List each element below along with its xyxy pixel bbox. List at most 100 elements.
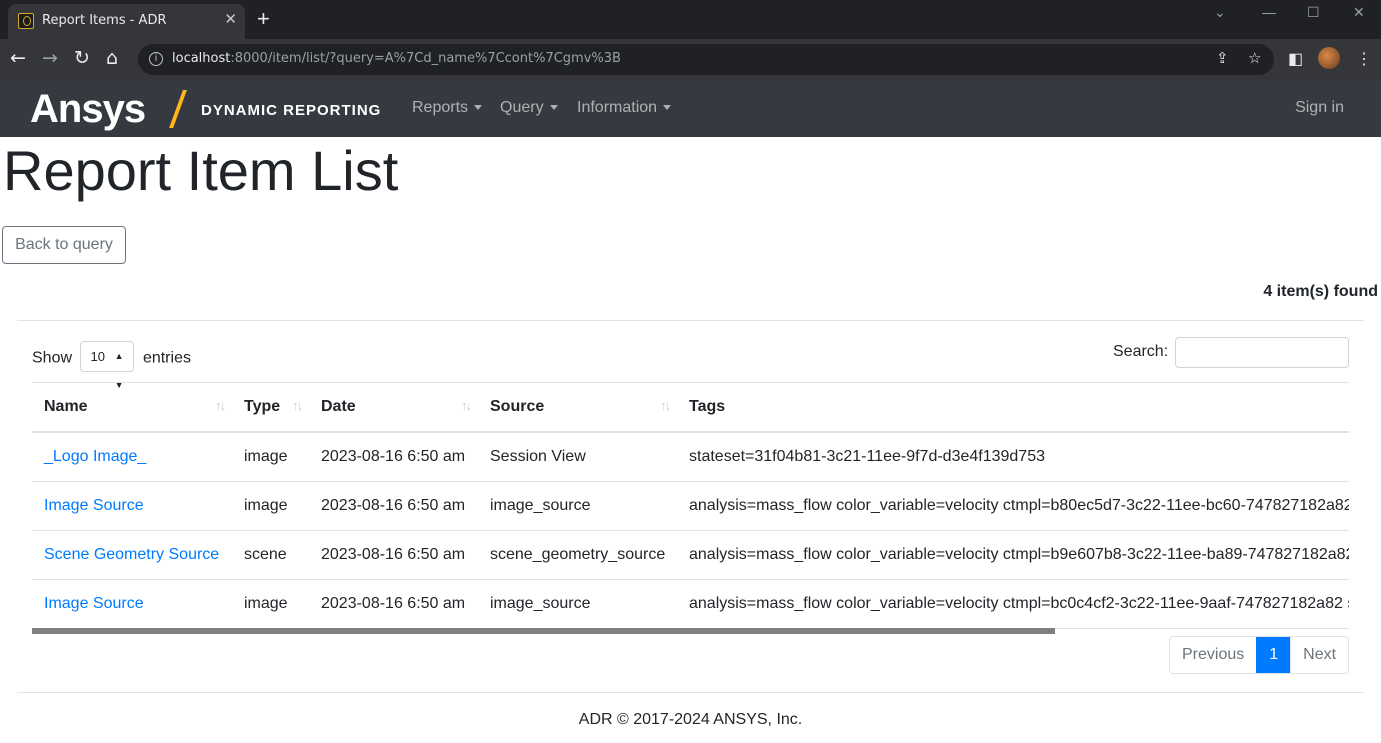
cell-date: 2023-08-16 6:50 am (309, 432, 478, 482)
address-bar[interactable]: i localhost:8000/item/list/?query=A%7Cd_… (138, 44, 1274, 75)
cell-date: 2023-08-16 6:50 am (309, 481, 478, 531)
sort-icon: ↑↓ (215, 398, 226, 413)
page-size-select[interactable]: 10 ▲ ▼ (80, 341, 135, 390)
browser-tab-bar: Report Items - ADR ✕ + ⌄ — ☐ ✕ (0, 0, 1381, 39)
nav-reports-label: Reports (412, 99, 469, 116)
url-host: localhost (172, 51, 231, 66)
brand-subtitle: DYNAMIC REPORTING (201, 102, 382, 119)
search-input[interactable] (1175, 337, 1349, 368)
table-row: Scene Geometry Source scene 2023-08-16 6… (32, 530, 1349, 580)
caret-down-icon (549, 105, 558, 111)
cell-source: image_source (478, 481, 677, 531)
tab-search-icon[interactable]: ⌄ (1214, 4, 1226, 21)
header-label: Tags (689, 398, 726, 415)
cell-name[interactable]: Image Source (32, 481, 232, 531)
cell-type: image (232, 432, 309, 482)
cell-date: 2023-08-16 6:50 am (309, 579, 478, 629)
header-label: Source (490, 398, 545, 415)
cell-tags: analysis=mass_flow color_variable=veloci… (677, 579, 1349, 629)
cell-type: scene (232, 530, 309, 580)
items-found-count: 4 item(s) found (1263, 283, 1378, 300)
profile-avatar[interactable] (1318, 47, 1340, 69)
close-icon[interactable]: ✕ (224, 10, 237, 28)
column-header-date[interactable]: Date ↑↓ (309, 383, 478, 433)
url-path: :8000/item/list/?query=A%7Cd_name%7Ccont… (230, 51, 621, 66)
table-row: Image Source image 2023-08-16 6:50 am im… (32, 579, 1349, 629)
show-label: Show (32, 349, 73, 367)
caret-down-icon (474, 105, 483, 111)
sort-icon: ↑↓ (292, 398, 303, 413)
info-icon[interactable]: i (149, 52, 163, 66)
item-link[interactable]: Image Source (44, 595, 144, 612)
cell-source: Session View (478, 432, 677, 482)
header-label: Type (244, 398, 281, 415)
cell-name[interactable]: Image Source (32, 579, 232, 629)
cell-source: image_source (478, 579, 677, 629)
share-icon[interactable]: ⇪ (1216, 49, 1229, 67)
back-to-query-button[interactable]: Back to query (2, 226, 126, 264)
caret-down-icon (663, 105, 672, 111)
browser-tab[interactable]: Report Items - ADR ✕ (8, 4, 245, 39)
browser-toolbar: ← → ↻ ⌂ i localhost:8000/item/list/?quer… (0, 39, 1381, 80)
entries-label: entries (142, 349, 191, 367)
cell-name[interactable]: Scene Geometry Source (32, 530, 232, 580)
table-row: _Logo Image_ image 2023-08-16 6:50 am Se… (32, 432, 1349, 482)
column-header-tags[interactable]: Tags (677, 383, 1349, 433)
footer-copyright: ADR © 2017-2024 ANSYS, Inc. (578, 711, 803, 728)
item-link[interactable]: _Logo Image_ (44, 448, 146, 465)
sidebar-icon[interactable]: ◧ (1288, 49, 1303, 69)
sign-in-link[interactable]: Sign in (1295, 99, 1344, 117)
cell-date: 2023-08-16 6:50 am (309, 530, 478, 580)
page-size-control: Show 10 ▲ ▼ entries (32, 341, 191, 390)
nav-information-label: Information (577, 99, 658, 116)
brand-slash (169, 90, 187, 128)
cell-tags: analysis=mass_flow color_variable=veloci… (677, 481, 1349, 531)
cell-type: image (232, 481, 309, 531)
column-header-source[interactable]: Source ↑↓ (478, 383, 677, 433)
bookmark-star-icon[interactable]: ☆ (1248, 49, 1261, 67)
site-navbar: Ansys DYNAMIC REPORTING Reports Query In… (0, 80, 1381, 137)
menu-kebab-icon[interactable]: ⋮ (1356, 49, 1372, 69)
page-1-button[interactable]: 1 (1256, 637, 1291, 673)
table-row: Image Source image 2023-08-16 6:50 am im… (32, 481, 1349, 531)
reload-icon[interactable]: ↻ (74, 47, 90, 69)
table-header-row: Name ↑↓ Type ↑↓ Date ↑↓ Source ↑↓ Tags (32, 383, 1349, 433)
item-link[interactable]: Scene Geometry Source (44, 546, 219, 563)
page-title: Report Item List (3, 139, 399, 202)
ansys-logo[interactable]: Ansys (30, 87, 146, 132)
cell-tags: stateset=31f04b81-3c21-11ee-9f7d-d3e4f13… (677, 432, 1349, 482)
horizontal-scrollbar[interactable] (32, 628, 1055, 634)
cell-tags: analysis=mass_flow color_variable=veloci… (677, 530, 1349, 580)
minimize-icon[interactable]: — (1262, 4, 1276, 20)
nav-query[interactable]: Query (500, 99, 558, 117)
column-header-name[interactable]: Name ↑↓ (32, 383, 232, 433)
tab-title: Report Items - ADR (42, 13, 167, 28)
header-label: Date (321, 398, 356, 415)
header-label: Name (44, 398, 88, 415)
forward-arrow-icon[interactable]: → (42, 47, 58, 69)
nav-reports[interactable]: Reports (412, 99, 483, 117)
window-close-icon[interactable]: ✕ (1353, 4, 1365, 21)
cell-type: image (232, 579, 309, 629)
back-arrow-icon[interactable]: ← (10, 47, 26, 69)
next-page-button[interactable]: Next (1290, 637, 1348, 673)
page-size-value: 10 (90, 349, 105, 364)
pagination: Previous 1 Next (1169, 636, 1350, 674)
item-link[interactable]: Image Source (44, 497, 144, 514)
previous-page-button[interactable]: Previous (1170, 637, 1256, 673)
url-text[interactable]: localhost:8000/item/list/?query=A%7Cd_na… (172, 51, 621, 66)
search-label: Search: (1113, 343, 1169, 360)
nav-information[interactable]: Information (577, 99, 672, 117)
adr-favicon-icon (18, 13, 34, 29)
items-table: Name ↑↓ Type ↑↓ Date ↑↓ Source ↑↓ Tags _Logo… (32, 383, 1349, 629)
brand-text: Ansys (30, 87, 146, 131)
sort-icon: ↑↓ (660, 398, 671, 413)
maximize-icon[interactable]: ☐ (1307, 4, 1320, 21)
cell-name[interactable]: _Logo Image_ (32, 432, 232, 482)
items-table-container: Name ↑↓ Type ↑↓ Date ↑↓ Source ↑↓ Tags _Logo… (32, 382, 1349, 634)
footer-divider (17, 692, 1364, 693)
column-header-type[interactable]: Type ↑↓ (232, 383, 309, 433)
new-tab-icon[interactable]: + (257, 6, 270, 32)
home-icon[interactable]: ⌂ (106, 47, 118, 69)
cell-source: scene_geometry_source (478, 530, 677, 580)
